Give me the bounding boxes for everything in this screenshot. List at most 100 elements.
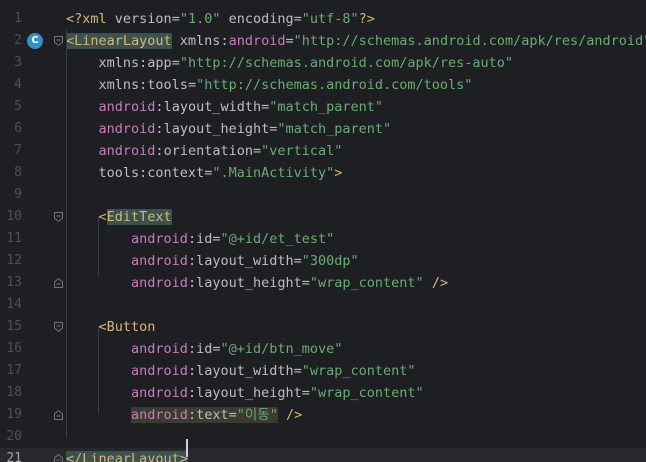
code-token: : — [155, 143, 164, 159]
code-text[interactable]: android:layout_height="match_parent" — [66, 118, 392, 140]
code-token: <LinearLayout — [66, 33, 172, 49]
code-line[interactable]: 19 android:text="이동" /> — [0, 404, 646, 426]
code-token: xmlns — [98, 77, 140, 93]
code-text[interactable]: android:id="@+id/btn_move" — [66, 338, 342, 360]
code-text[interactable]: android:layout_height="wrap_content" /> — [66, 272, 448, 294]
code-token: "http://schemas.android.com/apk/res/andr… — [293, 33, 646, 49]
fold-open-icon[interactable] — [54, 322, 63, 332]
code-token: android — [131, 341, 188, 357]
code-text[interactable]: android:layout_width="wrap_content" — [66, 360, 416, 382]
code-token: android — [131, 385, 188, 401]
code-token: : — [187, 231, 197, 247]
code-token: = — [252, 143, 262, 159]
indent-guide — [66, 30, 67, 438]
code-line[interactable]: 5 android:layout_width="match_parent" — [0, 96, 646, 118]
code-token: "이동" — [236, 407, 278, 423]
code-token: xmlns — [98, 55, 140, 71]
code-line[interactable]: 7 android:orientation="vertical" — [0, 140, 646, 162]
code-line[interactable]: 3 xmlns:app="http://schemas.android.com/… — [0, 52, 646, 74]
code-line[interactable]: 1 <?xml version="1.0" encoding="utf-8"?> — [0, 8, 646, 30]
code-line[interactable]: 8 tools:context=".MainActivity"> — [0, 162, 646, 184]
code-token: = — [171, 11, 180, 27]
class-gutter-icon[interactable]: C — [27, 33, 43, 49]
code-token: layout_width — [163, 99, 262, 115]
fold-close-icon[interactable] — [54, 454, 63, 462]
fold-open-icon[interactable] — [54, 36, 63, 46]
code-token: android — [98, 143, 156, 159]
code-line[interactable]: 4 xmlns:tools="http://schemas.android.co… — [0, 74, 646, 96]
code-token: : — [155, 99, 164, 115]
code-token: </LinearLayout> — [66, 451, 188, 462]
code-token: encoding — [220, 11, 294, 27]
code-token: ?> — [358, 11, 375, 27]
code-text[interactable]: android:layout_height="wrap_content" — [66, 382, 424, 404]
code-line[interactable]: 18 android:layout_height="wrap_content" — [0, 382, 646, 404]
code-text[interactable]: </LinearLayout> — [66, 448, 188, 462]
code-token: "utf-8" — [301, 11, 359, 27]
code-text[interactable]: android:layout_width="match_parent" — [66, 96, 384, 118]
code-text[interactable]: tools:context=".MainActivity"> — [66, 162, 343, 184]
code-line[interactable]: 11 android:id="@+id/et_test" — [0, 228, 646, 250]
code-token: android — [228, 33, 286, 49]
code-token: xmlns — [171, 33, 221, 49]
code-line[interactable]: 2 C <LinearLayout xmlns:android="http://sc… — [0, 30, 646, 52]
code-token: = — [293, 363, 302, 379]
code-text[interactable]: android:layout_width="300dp" — [66, 250, 359, 272]
code-line[interactable]: 10 <EditText — [0, 206, 646, 228]
line-number: 5 — [14, 99, 22, 114]
code-token: "@+id/et_test" — [220, 231, 335, 247]
code-editor[interactable]: 1 <?xml version="1.0" encoding="utf-8"?> 2… — [0, 0, 646, 462]
code-token: "vertical" — [261, 143, 343, 159]
code-text[interactable]: <LinearLayout xmlns:android="http://sche… — [66, 30, 646, 52]
code-text[interactable]: xmlns:tools="http://schemas.android.com/… — [66, 74, 473, 96]
code-token: "wrap_content" — [309, 385, 424, 401]
code-token: /> — [277, 407, 303, 423]
line-number: 15 — [6, 319, 22, 334]
fold-open-icon[interactable] — [54, 212, 63, 222]
fold-close-icon[interactable] — [54, 278, 63, 288]
code-text[interactable]: android:text="이동" /> — [66, 404, 302, 426]
code-token: : — [155, 121, 164, 137]
code-text[interactable]: android:orientation="vertical" — [66, 140, 343, 162]
code-line[interactable]: 13 android:layout_height="wrap_content" … — [0, 272, 646, 294]
fold-close-icon[interactable] — [54, 410, 63, 420]
code-token: orientation — [163, 143, 253, 159]
code-text[interactable]: <?xml version="1.0" encoding="utf-8"?> — [66, 8, 375, 30]
line-number: 16 — [6, 341, 22, 356]
code-token: EditText — [106, 209, 172, 225]
code-token: layout_height — [163, 121, 270, 137]
code-token: = — [293, 11, 302, 27]
code-token: : — [187, 253, 197, 269]
code-token: /> — [423, 275, 449, 291]
code-token: context — [147, 165, 205, 181]
code-text[interactable]: xmlns:app="http://schemas.android.com/ap… — [66, 52, 514, 74]
code-text[interactable]: android:id="@+id/et_test" — [66, 228, 334, 250]
code-line[interactable]: 16 android:id="@+id/btn_move" — [0, 338, 646, 360]
code-token: "300dp" — [301, 253, 359, 269]
line-number: 18 — [6, 385, 22, 400]
text-caret — [186, 439, 188, 457]
code-token: : — [187, 363, 197, 379]
code-token: android — [98, 99, 156, 115]
code-line[interactable]: 12 android:layout_width="300dp" — [0, 250, 646, 272]
code-line[interactable]: 17 android:layout_width="wrap_content" — [0, 360, 646, 382]
code-token: ".MainActivity" — [212, 165, 335, 181]
line-number: 20 — [6, 429, 22, 444]
code-token: = — [293, 253, 302, 269]
line-number: 11 — [6, 231, 22, 246]
code-line[interactable]: 14 — [0, 294, 646, 316]
code-line[interactable]: 21 </LinearLayout> — [0, 448, 646, 462]
code-token: = — [301, 385, 310, 401]
code-line[interactable]: 6 android:layout_height="match_parent" — [0, 118, 646, 140]
code-line[interactable]: 9 — [0, 184, 646, 206]
code-line[interactable]: 15 <Button — [0, 316, 646, 338]
line-number: 19 — [6, 407, 22, 422]
code-text[interactable]: <Button — [66, 316, 156, 338]
line-number: 10 — [6, 209, 22, 224]
code-text[interactable]: <EditText — [66, 206, 172, 228]
code-line[interactable]: 20 — [0, 426, 646, 448]
